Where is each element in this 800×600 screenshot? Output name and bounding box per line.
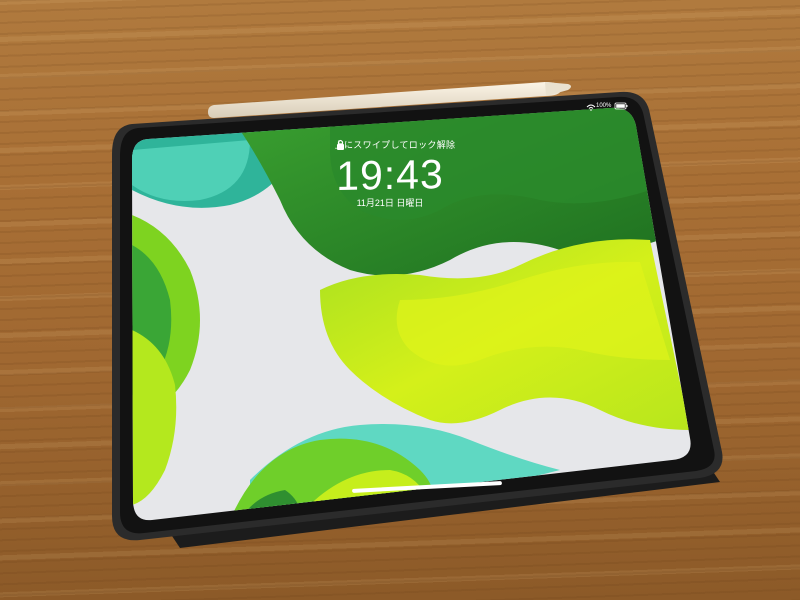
unlock-hint: 上にスワイプしてロック解除 xyxy=(334,140,456,150)
tablet-photo xyxy=(112,82,723,548)
lock-screen-date: 11月21日 日曜日 xyxy=(356,198,424,208)
lock-screen-clock: 19:43 xyxy=(336,151,444,199)
battery-percent: 100% xyxy=(596,103,612,109)
